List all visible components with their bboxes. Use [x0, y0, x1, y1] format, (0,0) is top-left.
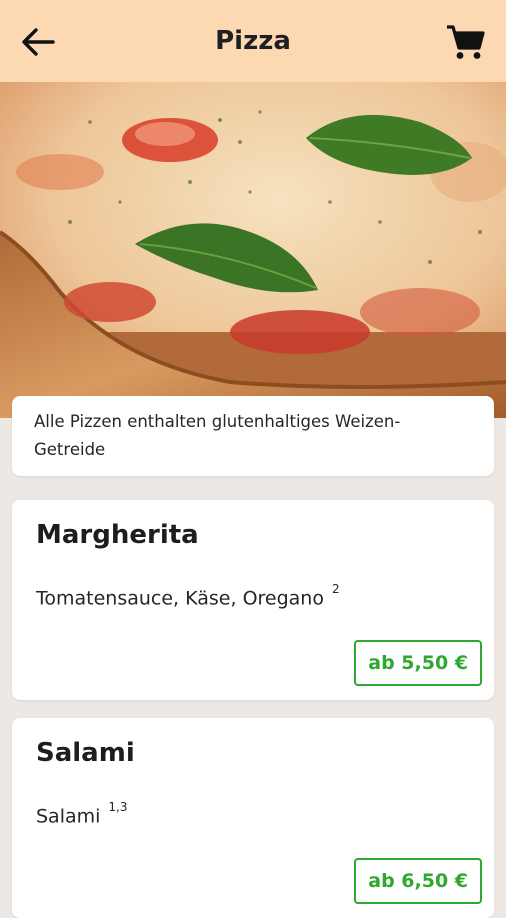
- item-footnote: 2: [331, 582, 340, 596]
- item-footnote: 1,3: [108, 800, 128, 814]
- page-title: Pizza: [215, 26, 291, 56]
- pizza-hero-image: [0, 82, 506, 418]
- shopping-cart-icon: [447, 25, 485, 59]
- price-button[interactable]: ab 5,50 €: [354, 640, 482, 686]
- price-button[interactable]: ab 6,50 €: [354, 858, 482, 904]
- menu-item-card[interactable]: Salami Salami 1,3 ab 6,50 €: [12, 718, 494, 918]
- app-bar: Pizza: [0, 0, 506, 82]
- item-ingredients: Salami: [36, 805, 101, 828]
- item-description: Salami 1,3: [36, 800, 128, 828]
- item-name: Salami: [36, 738, 135, 768]
- menu-item-card[interactable]: Margherita Tomatensauce, Käse, Oregano 2 …: [12, 500, 494, 700]
- item-description: Tomatensauce, Käse, Oregano 2: [36, 582, 340, 610]
- cart-button[interactable]: [444, 22, 486, 62]
- item-ingredients: Tomatensauce, Käse, Oregano: [36, 587, 324, 610]
- gluten-notice-text: Alle Pizzen enthalten glutenhaltiges Wei…: [34, 412, 401, 459]
- item-name: Margherita: [36, 520, 199, 550]
- gluten-notice: Alle Pizzen enthalten glutenhaltiges Wei…: [12, 396, 494, 476]
